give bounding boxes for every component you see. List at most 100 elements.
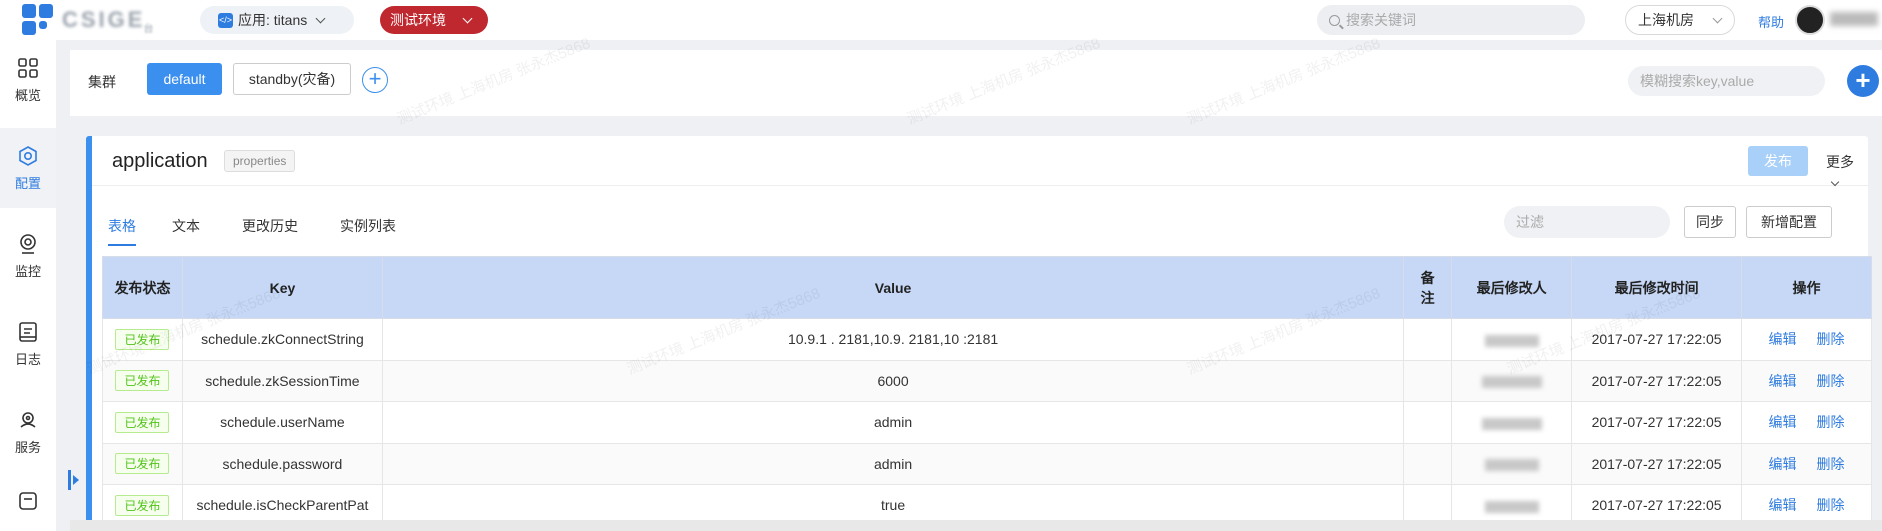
more-dropdown[interactable]: 更多	[1826, 152, 1868, 188]
table-row: 已发布 schedule.zkSessionTime 6000 2017-07-…	[102, 359, 1872, 402]
cell-value: admin	[381, 442, 1405, 485]
delete-link[interactable]: 删除	[1817, 456, 1845, 472]
logo-subtext: 台	[143, 23, 154, 35]
cell-actions: 编辑 删除	[1741, 359, 1872, 402]
add-cluster-button[interactable]: +	[362, 67, 388, 93]
more-label: 更多	[1826, 154, 1854, 170]
cluster-default-button[interactable]: default	[147, 63, 222, 95]
sidebar-item-log[interactable]: 日志	[0, 304, 56, 384]
sidebar-collapse-toggle[interactable]	[68, 470, 79, 490]
sidebar-item-label: 配置	[14, 175, 41, 191]
sidebar-item-overview[interactable]: 概览	[0, 40, 56, 120]
code-icon: </>	[218, 12, 233, 28]
kv-search-input[interactable]: 模糊搜索key,value	[1628, 66, 1825, 96]
cell-key: schedule.password	[181, 442, 383, 485]
monitor-icon	[20, 233, 36, 254]
avatar[interactable]	[1795, 5, 1825, 35]
table-row: 已发布 schedule.password admin 2017-07-27 1…	[102, 442, 1872, 485]
env-selector-label: 测试环境	[390, 12, 446, 28]
cell-value: 10.9.1 . 2181,10.9. 2181,10 :2181	[381, 318, 1405, 361]
delete-link[interactable]: 删除	[1817, 414, 1845, 430]
col-header-actions: 操作	[1741, 256, 1872, 319]
status-badge: 已发布	[115, 494, 170, 516]
cell-key: schedule.zkConnectString	[181, 318, 383, 361]
help-link[interactable]: 帮助	[1758, 12, 1784, 31]
cell-key: schedule.zkSessionTime	[181, 359, 383, 402]
user-name[interactable]	[1830, 12, 1878, 26]
env-selector[interactable]: 测试环境	[380, 6, 488, 34]
table-row: 已发布 schedule.userName admin 2017-07-27 1…	[102, 401, 1872, 444]
cell-modifier	[1451, 401, 1573, 444]
config-table: 发布状态 Key Value 备注 最后修改人 最后修改时间 操作 已发布 sc…	[102, 256, 1872, 527]
filter-input[interactable]: 过滤	[1504, 206, 1670, 238]
edit-link[interactable]: 编辑	[1769, 497, 1797, 513]
sidebar-item-label: 日志	[14, 351, 41, 367]
chevron-down-icon	[315, 13, 326, 23]
edit-link[interactable]: 编辑	[1769, 373, 1797, 389]
service-icon	[20, 411, 36, 428]
app-selector[interactable]: </> 应用: titans	[200, 6, 354, 34]
col-header-key: Key	[181, 256, 383, 319]
cell-modifier	[1451, 359, 1573, 402]
cell-value: admin	[381, 401, 1405, 444]
horizontal-scrollbar[interactable]	[70, 520, 1882, 531]
sidebar-item-service[interactable]: 服务	[0, 392, 56, 472]
tab-text[interactable]: 文本	[172, 216, 200, 236]
cell-modified-time: 2017-07-27 17:22:05	[1571, 442, 1743, 485]
cell-modified-time: 2017-07-27 17:22:05	[1571, 359, 1743, 402]
status-badge: 已发布	[115, 453, 170, 475]
document-icon	[19, 492, 37, 510]
edit-link[interactable]: 编辑	[1769, 456, 1797, 472]
cell-note	[1403, 442, 1453, 485]
publish-button[interactable]: 发布	[1748, 146, 1808, 176]
chevron-down-icon	[1712, 13, 1723, 23]
gear-icon	[19, 145, 37, 166]
cell-actions: 编辑 删除	[1741, 401, 1872, 444]
sidebar: 概览 配置 监控 日志 服务	[0, 40, 56, 531]
cell-value: 6000	[381, 359, 1405, 402]
room-selector[interactable]: 上海机房	[1625, 5, 1735, 35]
edit-link[interactable]: 编辑	[1769, 414, 1797, 430]
cell-note	[1403, 359, 1453, 402]
cell-actions: 编辑 删除	[1741, 442, 1872, 485]
sidebar-item-config[interactable]: 配置	[0, 128, 56, 208]
chevron-down-icon	[1830, 177, 1840, 187]
status-badge: 已发布	[115, 370, 170, 392]
room-selector-label: 上海机房	[1638, 12, 1694, 28]
sidebar-item-more[interactable]	[0, 480, 56, 531]
view-tabs: 表格 文本 更改历史 实例列表 过滤 同步 新增配置	[92, 206, 1868, 246]
delete-link[interactable]: 删除	[1817, 331, 1845, 347]
log-icon	[19, 321, 37, 342]
sync-button[interactable]: 同步	[1684, 206, 1736, 238]
delete-link[interactable]: 删除	[1817, 373, 1845, 389]
global-search-placeholder: 搜索关键词	[1346, 12, 1416, 28]
tab-table[interactable]: 表格	[108, 216, 136, 246]
app-selector-label: 应用: titans	[238, 12, 308, 28]
add-config-button[interactable]: 新增配置	[1746, 206, 1832, 238]
sidebar-item-monitor[interactable]: 监控	[0, 216, 56, 296]
col-header-value: Value	[381, 256, 1405, 319]
col-header-status: 发布状态	[102, 256, 183, 319]
tab-instances[interactable]: 实例列表	[340, 216, 396, 236]
namespace-title: application	[112, 150, 208, 172]
cluster-label: 集群	[88, 74, 116, 90]
cluster-bar: 集群 default standby(灾备) + 模糊搜索key,value +	[70, 50, 1882, 116]
col-header-note: 备注	[1403, 256, 1453, 319]
cell-modified-time: 2017-07-27 17:22:05	[1571, 318, 1743, 361]
global-search-input[interactable]: 搜索关键词	[1317, 5, 1585, 35]
tab-history[interactable]: 更改历史	[242, 216, 298, 236]
cell-note	[1403, 318, 1453, 361]
edit-link[interactable]: 编辑	[1769, 331, 1797, 347]
sidebar-item-label: 监控	[14, 263, 41, 279]
sidebar-item-label: 服务	[14, 439, 41, 455]
chevron-down-icon	[462, 13, 473, 23]
logo[interactable]: CSIGE 台	[20, 3, 153, 37]
search-icon	[1329, 14, 1340, 26]
format-badge: properties	[224, 150, 296, 172]
cluster-standby-button[interactable]: standby(灾备)	[233, 63, 351, 95]
cell-modifier	[1451, 442, 1573, 485]
status-badge: 已发布	[115, 328, 170, 350]
delete-link[interactable]: 删除	[1817, 497, 1845, 513]
add-namespace-button[interactable]: +	[1847, 65, 1879, 97]
cell-key: schedule.userName	[181, 401, 383, 444]
